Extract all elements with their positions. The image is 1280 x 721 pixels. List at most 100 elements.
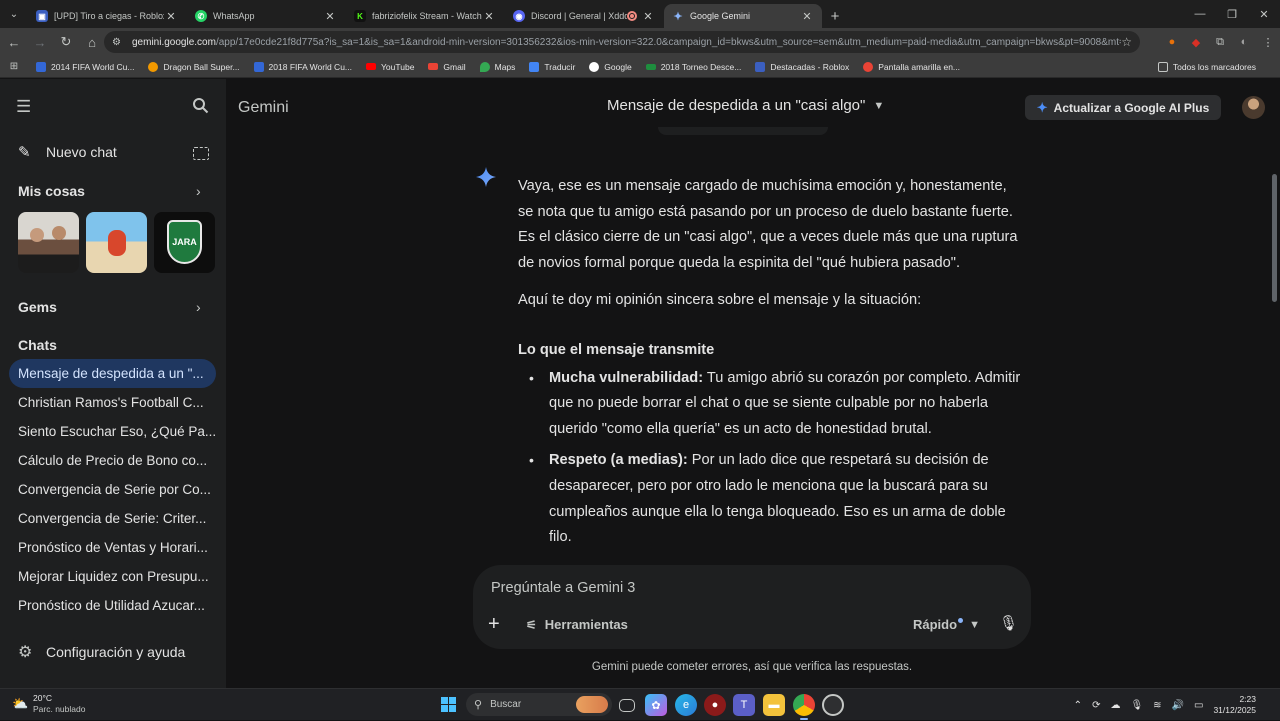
conversation-title[interactable]: Mensaje de despedida a un "casi algo" ▼ <box>607 97 884 114</box>
site-info-icon[interactable]: ⚙ <box>112 37 126 48</box>
address-bar[interactable]: ⚙ gemini.google.com/app/17e0cde21f8d775a… <box>104 31 1140 53</box>
search-icon[interactable] <box>192 97 212 117</box>
extensions-puzzle-icon[interactable]: ⧉ <box>1208 30 1232 54</box>
close-tab-icon[interactable]: ✕ <box>482 10 496 23</box>
chat-item[interactable]: Convergencia de Serie por Co... <box>9 475 216 504</box>
close-tab-icon[interactable]: ✕ <box>800 10 814 23</box>
bookmark-item[interactable]: Maps <box>479 61 515 72</box>
image-thumbnail[interactable] <box>86 212 147 273</box>
avatar[interactable] <box>1242 96 1265 119</box>
response-paragraph: Aquí te doy mi opinión sincera sobre el … <box>518 292 922 309</box>
bookmark-item[interactable]: 2018 Torneo Desce... <box>645 62 741 72</box>
windows-start-icon[interactable] <box>441 697 456 712</box>
bookmarks-bar: ⊞ 2014 FIFA World Cu... Dragon Ball Supe… <box>0 56 1280 78</box>
chat-item[interactable]: Siento Escuchar Eso, ¿Qué Pa... <box>9 417 216 446</box>
close-tab-icon[interactable]: ✕ <box>164 10 178 23</box>
gems-heading[interactable]: Gems <box>18 299 57 315</box>
volume-icon[interactable]: 🔊 <box>1172 700 1184 711</box>
bookmark-favicon-icon <box>36 61 46 72</box>
temporary-chat-icon[interactable] <box>193 147 209 160</box>
bookmark-item[interactable]: Pantalla amarilla en... <box>863 61 960 72</box>
chat-item[interactable]: Christian Ramos's Football C... <box>9 388 216 417</box>
browser-tab[interactable]: K fabriziofelix Stream - Watch Liv ✕ <box>346 4 504 28</box>
chevron-down-icon: ▼ <box>873 99 885 112</box>
tools-button[interactable]: ⚟ Herramientas <box>526 617 628 632</box>
task-view-icon[interactable] <box>619 699 635 712</box>
edge-icon[interactable]: e <box>675 694 697 716</box>
minimize-icon[interactable]: — <box>1184 0 1216 28</box>
chat-item[interactable]: Mejorar Liquidez con Presupu... <box>9 562 216 591</box>
close-window-icon[interactable]: ✕ <box>1248 0 1280 28</box>
menu-icon[interactable]: ☰ <box>16 97 38 117</box>
gear-icon: ⚙ <box>18 644 33 661</box>
chrome-icon[interactable] <box>793 694 815 720</box>
weather-widget[interactable]: ⛅ 20°C Parc. nublado <box>12 693 85 715</box>
prompt-composer[interactable]: Pregúntale a Gemini 3 + ⚟ Herramientas R… <box>473 565 1031 649</box>
browser-tab[interactable]: ◉ Discord | General | Xddd ✕ <box>505 4 663 28</box>
restore-icon[interactable]: ❐ <box>1216 0 1248 28</box>
reload-icon[interactable]: ↻ <box>54 30 78 54</box>
apps-grid-icon[interactable]: ⊞ <box>0 61 28 72</box>
browser-tab-active[interactable]: ✦ Google Gemini ✕ <box>664 4 822 28</box>
all-bookmarks[interactable]: Todos los marcadores <box>1157 56 1256 78</box>
new-tab-button[interactable]: + <box>823 4 847 28</box>
close-tab-icon[interactable]: ✕ <box>323 10 337 23</box>
close-tab-icon[interactable]: ✕ <box>641 10 655 23</box>
extension-icon[interactable]: ● <box>1160 30 1184 54</box>
bookmark-star-icon[interactable]: ☆ <box>1121 35 1132 49</box>
gemini-brand[interactable]: Gemini <box>238 99 289 117</box>
browser-menu-icon[interactable]: ⋮ <box>1256 30 1280 54</box>
image-thumbnail[interactable]: JARA <box>154 212 215 273</box>
chat-item[interactable]: Pronóstico de Utilidad Azucar... <box>9 591 216 620</box>
list-item: Mucha vulnerabilidad: Tu amigo abrió su … <box>518 366 1026 443</box>
microphone-icon[interactable]: 🎙 <box>999 614 1018 632</box>
clock[interactable]: 2:23 31/12/2025 <box>1213 694 1256 716</box>
extension-icon[interactable]: ◆ <box>1184 30 1208 54</box>
browser-toolbar: ← → ↻ ⌂ ⚙ gemini.google.com/app/17e0cde2… <box>0 28 1280 56</box>
cloud-icon[interactable]: ☁ <box>1110 700 1120 711</box>
image-thumbnail[interactable] <box>18 212 79 273</box>
bookmark-item[interactable]: YouTube <box>366 62 414 72</box>
taskbar-search[interactable]: ⚲ Buscar <box>466 693 612 716</box>
bookmark-favicon-icon <box>253 61 264 72</box>
prompt-input[interactable]: Pregúntale a Gemini 3 <box>491 580 635 596</box>
tab-title: [UPD] Tiro a ciegas - Roblox <box>54 11 164 21</box>
new-chat-button[interactable]: ✎ Nuevo chat <box>18 143 117 161</box>
battery-icon[interactable]: ▭ <box>1194 700 1203 711</box>
browser-tab[interactable]: ▣ [UPD] Tiro a ciegas - Roblox ✕ <box>28 4 186 28</box>
teams-icon[interactable]: T <box>733 694 755 716</box>
browser-tab[interactable]: ✆ WhatsApp ✕ <box>187 4 345 28</box>
settings-help-button[interactable]: ⚙ Configuración y ayuda <box>18 642 185 662</box>
chevron-right-icon[interactable]: › <box>196 299 201 315</box>
chat-item[interactable]: Cálculo de Precio de Bono co... <box>9 446 216 475</box>
tab-search-chevron-icon[interactable]: ⌄ <box>0 0 28 28</box>
bookmark-item[interactable]: Gmail <box>428 62 466 72</box>
copilot-icon[interactable]: ✿ <box>645 694 667 716</box>
chevron-up-icon[interactable]: ⌃ <box>1074 700 1082 711</box>
app-icon[interactable]: ● <box>704 694 726 716</box>
model-selector[interactable]: Rápido ▼ <box>913 617 980 632</box>
app-icon[interactable] <box>822 694 844 716</box>
microphone-icon[interactable]: 🎙 <box>1130 700 1143 711</box>
chat-item-active[interactable]: Mensaje de despedida a un "... <box>9 359 216 388</box>
chat-item[interactable]: Pronóstico de Ventas y Horari... <box>9 533 216 562</box>
bookmark-item[interactable]: Dragon Ball Super... <box>148 61 240 72</box>
bookmark-item[interactable]: 2014 FIFA World Cu... <box>36 61 134 72</box>
bookmark-item[interactable]: Destacadas - Roblox <box>755 61 849 72</box>
scrollbar[interactable] <box>1272 174 1277 302</box>
bookmark-item[interactable]: Traducir <box>529 61 575 72</box>
forward-icon[interactable]: → <box>28 30 52 54</box>
app-tray-icon[interactable]: ⟳ <box>1092 700 1100 711</box>
file-explorer-icon[interactable]: ▬ <box>763 694 785 716</box>
my-stuff-heading[interactable]: Mis cosas <box>18 183 85 199</box>
wifi-icon[interactable]: ≋ <box>1153 700 1161 711</box>
home-icon[interactable]: ⌂ <box>80 30 104 54</box>
chevron-right-icon[interactable]: › <box>196 183 201 199</box>
upgrade-button[interactable]: ✦ Actualizar a Google AI Plus <box>1025 95 1221 120</box>
bookmark-item[interactable]: Google <box>589 61 632 72</box>
chat-item[interactable]: Convergencia de Serie: Criter... <box>9 504 216 533</box>
back-icon[interactable]: ← <box>2 30 26 54</box>
profile-avatar[interactable]: ◐ <box>1232 30 1256 54</box>
add-icon[interactable]: + <box>488 613 500 636</box>
bookmark-item[interactable]: 2018 FIFA World Cu... <box>253 61 352 72</box>
